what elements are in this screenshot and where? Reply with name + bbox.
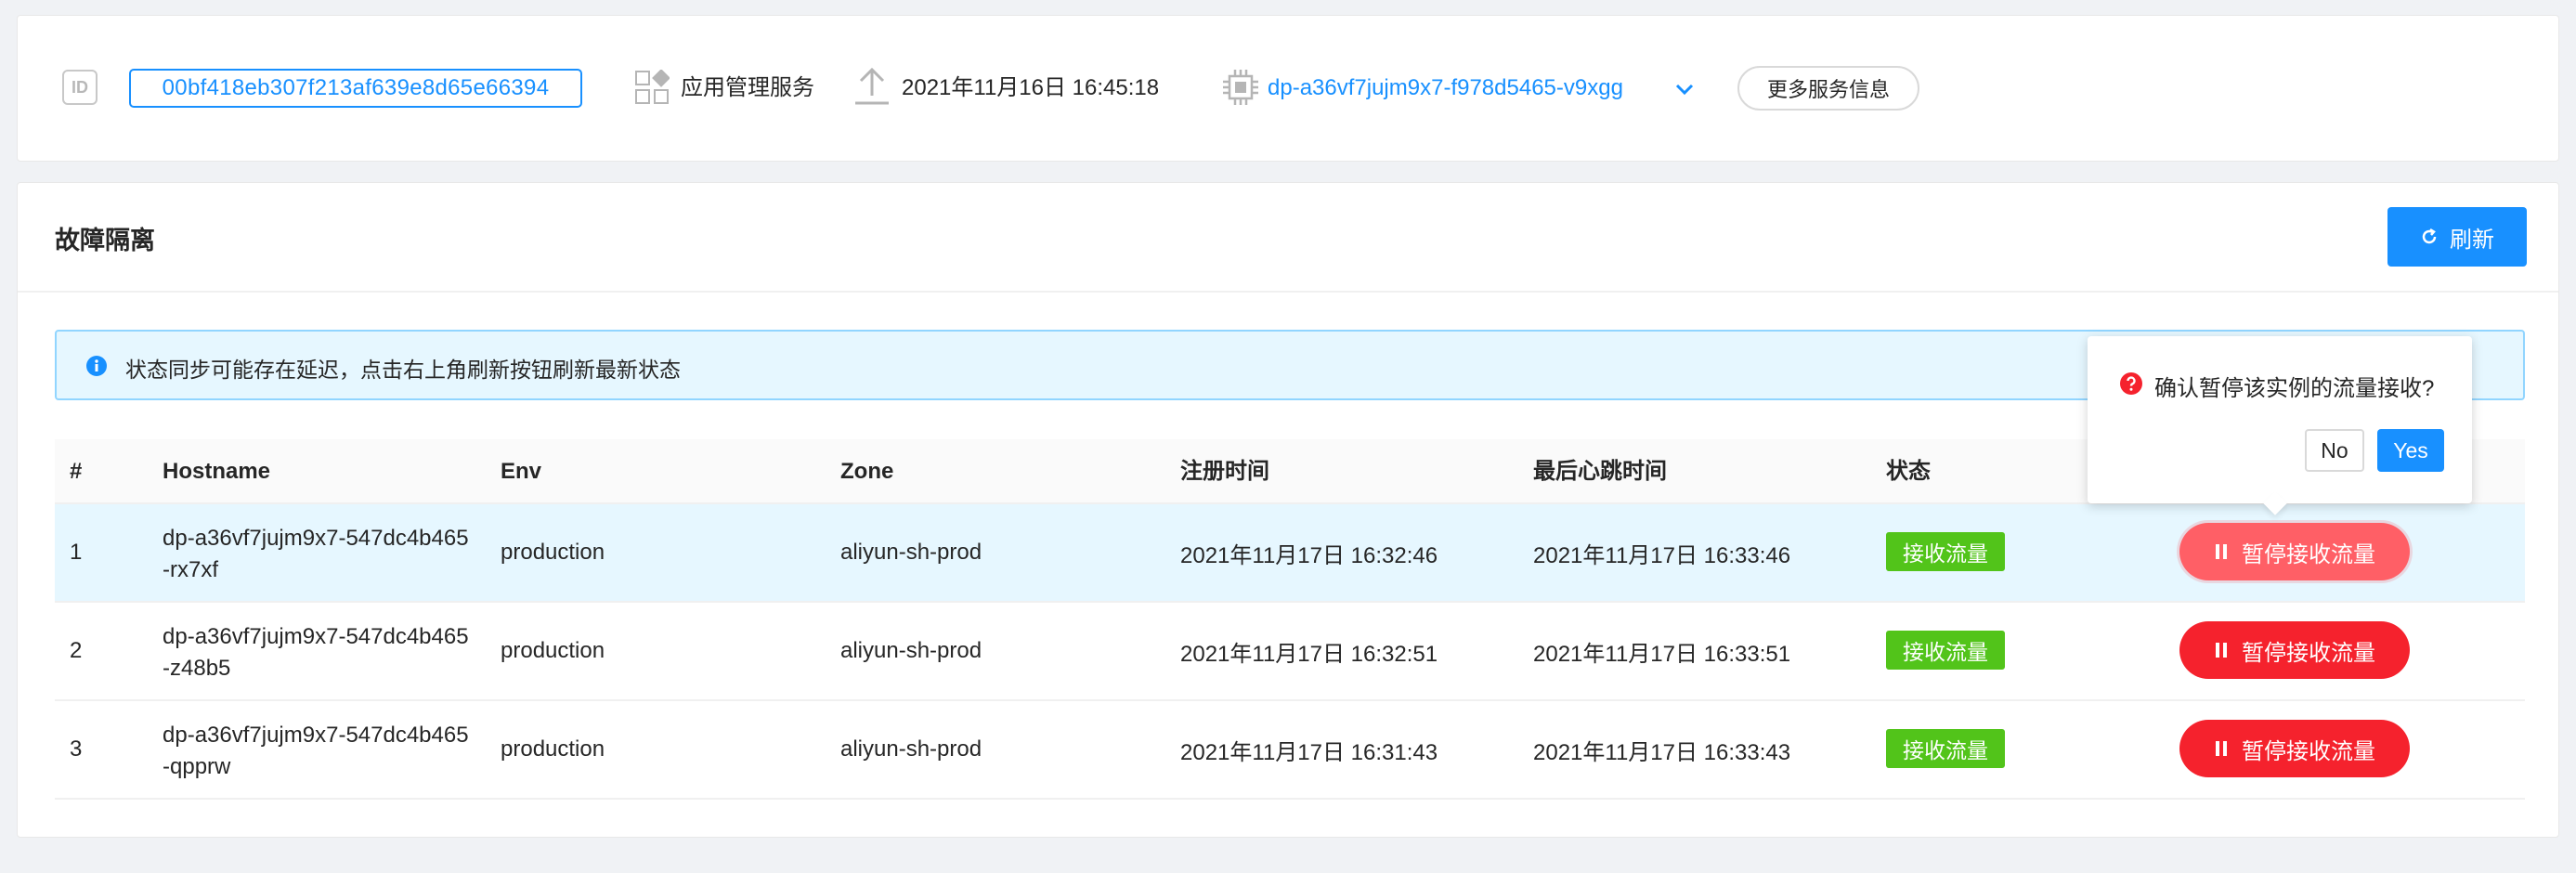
pause-icon [2216, 643, 2227, 658]
service-info-card: ID 00bf418eb307f213af639e8d65e66394 应用管理… [17, 15, 2559, 162]
column-header-env: Env [501, 459, 542, 484]
column-header-registered: 注册时间 [1180, 459, 1269, 484]
row-index: 1 [70, 540, 83, 565]
row-zone: aliyun-sh-prod [840, 540, 982, 565]
card-divider [18, 291, 2558, 293]
column-header-heartbeat: 最后心跳时间 [1533, 459, 1667, 484]
id-badge-icon: ID [62, 70, 98, 105]
row-index: 2 [70, 638, 83, 663]
pause-button-label: 暂停接收流量 [2242, 738, 2375, 764]
confirm-no-button[interactable]: No [2305, 429, 2364, 472]
app-grid-icon [635, 70, 670, 104]
info-circle-icon [86, 356, 107, 376]
pause-traffic-button[interactable]: 暂停接收流量 [2179, 720, 2410, 777]
row-registered-time: 2021年11月17日 16:32:46 [1180, 542, 1438, 568]
confirm-yes-button[interactable]: Yes [2377, 429, 2444, 472]
pause-button-label: 暂停接收流量 [2242, 640, 2375, 666]
service-id-value[interactable]: 00bf418eb307f213af639e8d65e66394 [129, 69, 582, 108]
status-badge: 接收流量 [1886, 729, 2005, 768]
reload-icon [2422, 228, 2437, 244]
instance-group-link[interactable]: dp-a36vf7jujm9x7-f978d5465-v9xgg [1268, 72, 1623, 105]
more-service-info-button[interactable]: 更多服务信息 [1737, 66, 1919, 111]
table-row[interactable]: 2 dp-a36vf7jujm9x7-547dc4b465-z48b5 prod… [55, 603, 2525, 701]
status-badge: 接收流量 [1886, 532, 2005, 571]
row-env: production [501, 540, 605, 565]
column-header-hostname: Hostname [163, 459, 271, 484]
row-hostname: dp-a36vf7jujm9x7-547dc4b465-qpprw [163, 723, 469, 779]
column-header-zone: Zone [840, 459, 894, 484]
section-title: 故障隔离 [55, 227, 155, 254]
service-name: 应用管理服务 [681, 75, 814, 100]
row-env: production [501, 638, 605, 663]
row-hostname: dp-a36vf7jujm9x7-547dc4b465-z48b5 [163, 624, 469, 681]
pause-icon [2216, 741, 2227, 756]
row-heartbeat-time: 2021年11月17日 16:33:43 [1533, 739, 1791, 765]
pause-confirm-popover: 确认暂停该实例的流量接收? No Yes [2088, 336, 2472, 515]
question-circle-icon [2120, 372, 2142, 395]
table-row[interactable]: 1 dp-a36vf7jujm9x7-547dc4b465-rx7xf prod… [55, 504, 2525, 603]
status-badge: 接收流量 [1886, 631, 2005, 670]
fault-isolation-card: 故障隔离 刷新 状态同步可能存在延迟，点击右上角刷新按钮刷新最新状态 # Hos… [17, 182, 2559, 838]
pause-traffic-button[interactable]: 暂停接收流量 [2179, 621, 2410, 679]
pause-button-label: 暂停接收流量 [2242, 541, 2375, 567]
column-header-index: # [70, 459, 83, 484]
row-heartbeat-time: 2021年11月17日 16:33:51 [1533, 641, 1791, 667]
upload-icon [855, 67, 889, 105]
row-registered-time: 2021年11月17日 16:32:51 [1180, 641, 1438, 667]
row-zone: aliyun-sh-prod [840, 736, 982, 762]
pause-traffic-button[interactable]: 暂停接收流量 [2179, 523, 2410, 580]
chevron-down-icon[interactable] [1674, 81, 1695, 98]
confirm-message: 确认暂停该实例的流量接收? [2154, 376, 2435, 401]
table-row[interactable]: 3 dp-a36vf7jujm9x7-547dc4b465-qpprw prod… [55, 701, 2525, 800]
row-registered-time: 2021年11月17日 16:31:43 [1180, 739, 1438, 765]
pause-icon [2216, 544, 2227, 559]
row-zone: aliyun-sh-prod [840, 638, 982, 663]
refresh-button[interactable]: 刷新 [2387, 207, 2527, 267]
row-hostname: dp-a36vf7jujm9x7-547dc4b465-rx7xf [163, 526, 469, 582]
refresh-button-label: 刷新 [2450, 227, 2494, 253]
column-header-status: 状态 [1886, 459, 1931, 484]
deploy-time: 2021年11月16日 16:45:18 [902, 75, 1160, 100]
row-env: production [501, 736, 605, 762]
alert-message: 状态同步可能存在延迟，点击右上角刷新按钮刷新最新状态 [125, 358, 681, 382]
row-index: 3 [70, 736, 83, 762]
chip-icon [1223, 70, 1258, 105]
row-heartbeat-time: 2021年11月17日 16:33:46 [1533, 542, 1791, 568]
